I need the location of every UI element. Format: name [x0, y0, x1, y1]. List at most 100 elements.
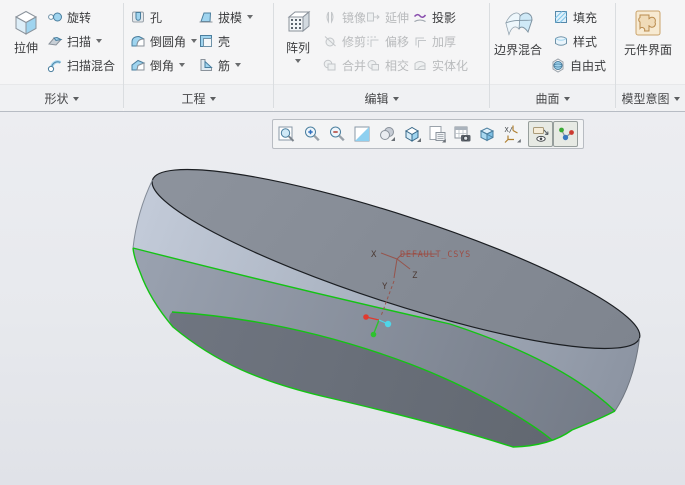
- revolve-button[interactable]: 旋转: [46, 7, 91, 27]
- swept-blend-label: 扫描混合: [67, 58, 116, 73]
- image-capture-button[interactable]: [449, 121, 474, 147]
- round-label: 倒圆角: [150, 34, 187, 49]
- style-button[interactable]: 样式: [552, 31, 597, 51]
- sweep-button[interactable]: 扫描: [46, 31, 103, 51]
- draft-label: 拔模: [218, 10, 243, 25]
- draft-button[interactable]: 拔模: [197, 7, 254, 27]
- style-icon: [552, 33, 569, 50]
- shell-icon: [197, 33, 214, 50]
- merge-icon: [321, 57, 338, 74]
- pattern-button[interactable]: 阵列: [277, 5, 319, 63]
- graphics-toolbar: X/: [272, 119, 584, 149]
- axis-z-label: Z: [412, 271, 418, 281]
- trim-label: 修剪: [342, 34, 367, 49]
- fill-label: 填充: [573, 10, 598, 25]
- project-button[interactable]: 投影: [411, 7, 456, 27]
- extrude-button[interactable]: 拉伸: [6, 5, 46, 56]
- model-viewport: X Z Y DEFAULT_CSYS: [132, 168, 641, 448]
- extrude-icon: [12, 8, 40, 36]
- datum-display-button[interactable]: X/: [499, 121, 524, 147]
- box-zoom-button[interactable]: [274, 121, 299, 147]
- extend-label: 延伸: [385, 10, 410, 25]
- group-label-edit[interactable]: 编辑: [274, 84, 489, 112]
- mirror-icon: [321, 9, 338, 26]
- saved-views-button[interactable]: [399, 121, 424, 147]
- spin-center-toggle[interactable]: [553, 121, 578, 147]
- zoom-out-button[interactable]: [324, 121, 349, 147]
- zoom-in-button[interactable]: [299, 121, 324, 147]
- extend-icon: [364, 9, 381, 26]
- component-interface-label: 元件界面: [623, 43, 672, 57]
- revolve-icon: [46, 9, 63, 26]
- swept-blend-button[interactable]: 扫描混合: [46, 55, 115, 75]
- display-style-button[interactable]: [374, 121, 399, 147]
- fill-button[interactable]: 填充: [552, 7, 597, 27]
- fill-icon: [552, 9, 569, 26]
- extrude-label: 拉伸: [13, 41, 38, 55]
- freestyle-label: 自由式: [570, 58, 607, 73]
- freestyle-button[interactable]: 自由式: [549, 55, 606, 75]
- spin-center-icon: [558, 127, 574, 141]
- merge-button[interactable]: 合并: [321, 55, 366, 75]
- shell-label: 壳: [218, 34, 231, 49]
- group-label-engineering[interactable]: 工程: [124, 84, 273, 112]
- project-label: 投影: [432, 10, 457, 25]
- rib-icon: [197, 57, 214, 74]
- offset-button[interactable]: 偏移: [364, 31, 409, 51]
- intersect-button[interactable]: 相交: [364, 55, 409, 75]
- rib-button[interactable]: 筋: [197, 55, 242, 75]
- saved-views-icon: [404, 126, 421, 142]
- offset-icon: [364, 33, 381, 50]
- style-label: 样式: [573, 34, 598, 49]
- view-manager-button[interactable]: [424, 121, 449, 147]
- repaint-button[interactable]: [349, 121, 374, 147]
- pattern-icon: [284, 8, 312, 36]
- project-icon: [411, 9, 428, 26]
- axis-x-label: X: [371, 250, 377, 260]
- zoom-in-icon: [304, 126, 320, 142]
- sweep-label: 扫描: [67, 34, 92, 49]
- thicken-button[interactable]: 加厚: [411, 31, 456, 51]
- rib-label: 筋: [218, 58, 231, 73]
- merge-label: 合并: [342, 58, 367, 73]
- dropdown-arrow: [247, 15, 254, 19]
- section-view-button[interactable]: [474, 121, 499, 147]
- group-dropdown-arrow: [673, 96, 680, 101]
- thicken-icon: [411, 33, 428, 50]
- solidify-button[interactable]: 实体化: [411, 55, 468, 75]
- group-label-shape[interactable]: 形状: [0, 84, 123, 112]
- boundary-blend-button[interactable]: 边界混合: [490, 5, 546, 58]
- intersect-icon: [364, 57, 381, 74]
- trim-button[interactable]: 修剪: [321, 31, 366, 51]
- datum-display-icon: X/: [504, 125, 521, 143]
- hole-icon: [129, 9, 146, 26]
- boundary-blend-icon: [501, 8, 535, 38]
- chamfer-label: 倒角: [150, 58, 175, 73]
- chamfer-button[interactable]: 倒角: [129, 55, 186, 75]
- mirror-label: 镜像: [342, 10, 367, 25]
- pattern-label: 阵列: [285, 41, 310, 55]
- section-view-icon: [479, 127, 494, 142]
- group-dropdown-arrow: [563, 96, 570, 101]
- annotation-display-toggle[interactable]: [528, 121, 553, 147]
- extend-button[interactable]: 延伸: [364, 7, 409, 27]
- mirror-button[interactable]: 镜像: [321, 7, 366, 27]
- group-label-surface[interactable]: 曲面: [490, 84, 615, 112]
- view-manager-icon: [429, 126, 446, 143]
- round-button[interactable]: 倒圆角: [129, 31, 198, 51]
- solidify-icon: [411, 57, 428, 74]
- shell-button[interactable]: 壳: [197, 31, 230, 51]
- csys-name-label[interactable]: DEFAULT_CSYS: [400, 250, 471, 260]
- hole-button[interactable]: 孔: [129, 7, 162, 27]
- image-capture-icon: [454, 126, 470, 142]
- thicken-label: 加厚: [432, 34, 457, 49]
- group-label-model-intent[interactable]: 模型意图: [616, 84, 685, 112]
- graphics-area[interactable]: X Z Y DEFAULT_CSYS X/: [0, 112, 685, 485]
- revolve-label: 旋转: [67, 10, 92, 25]
- swept-blend-icon: [46, 57, 63, 74]
- solidify-label: 实体化: [432, 58, 469, 73]
- dropdown-arrow: [96, 39, 103, 43]
- repaint-icon: [354, 126, 369, 142]
- group-dropdown-arrow: [392, 96, 399, 101]
- component-interface-button[interactable]: 元件界面: [617, 5, 679, 58]
